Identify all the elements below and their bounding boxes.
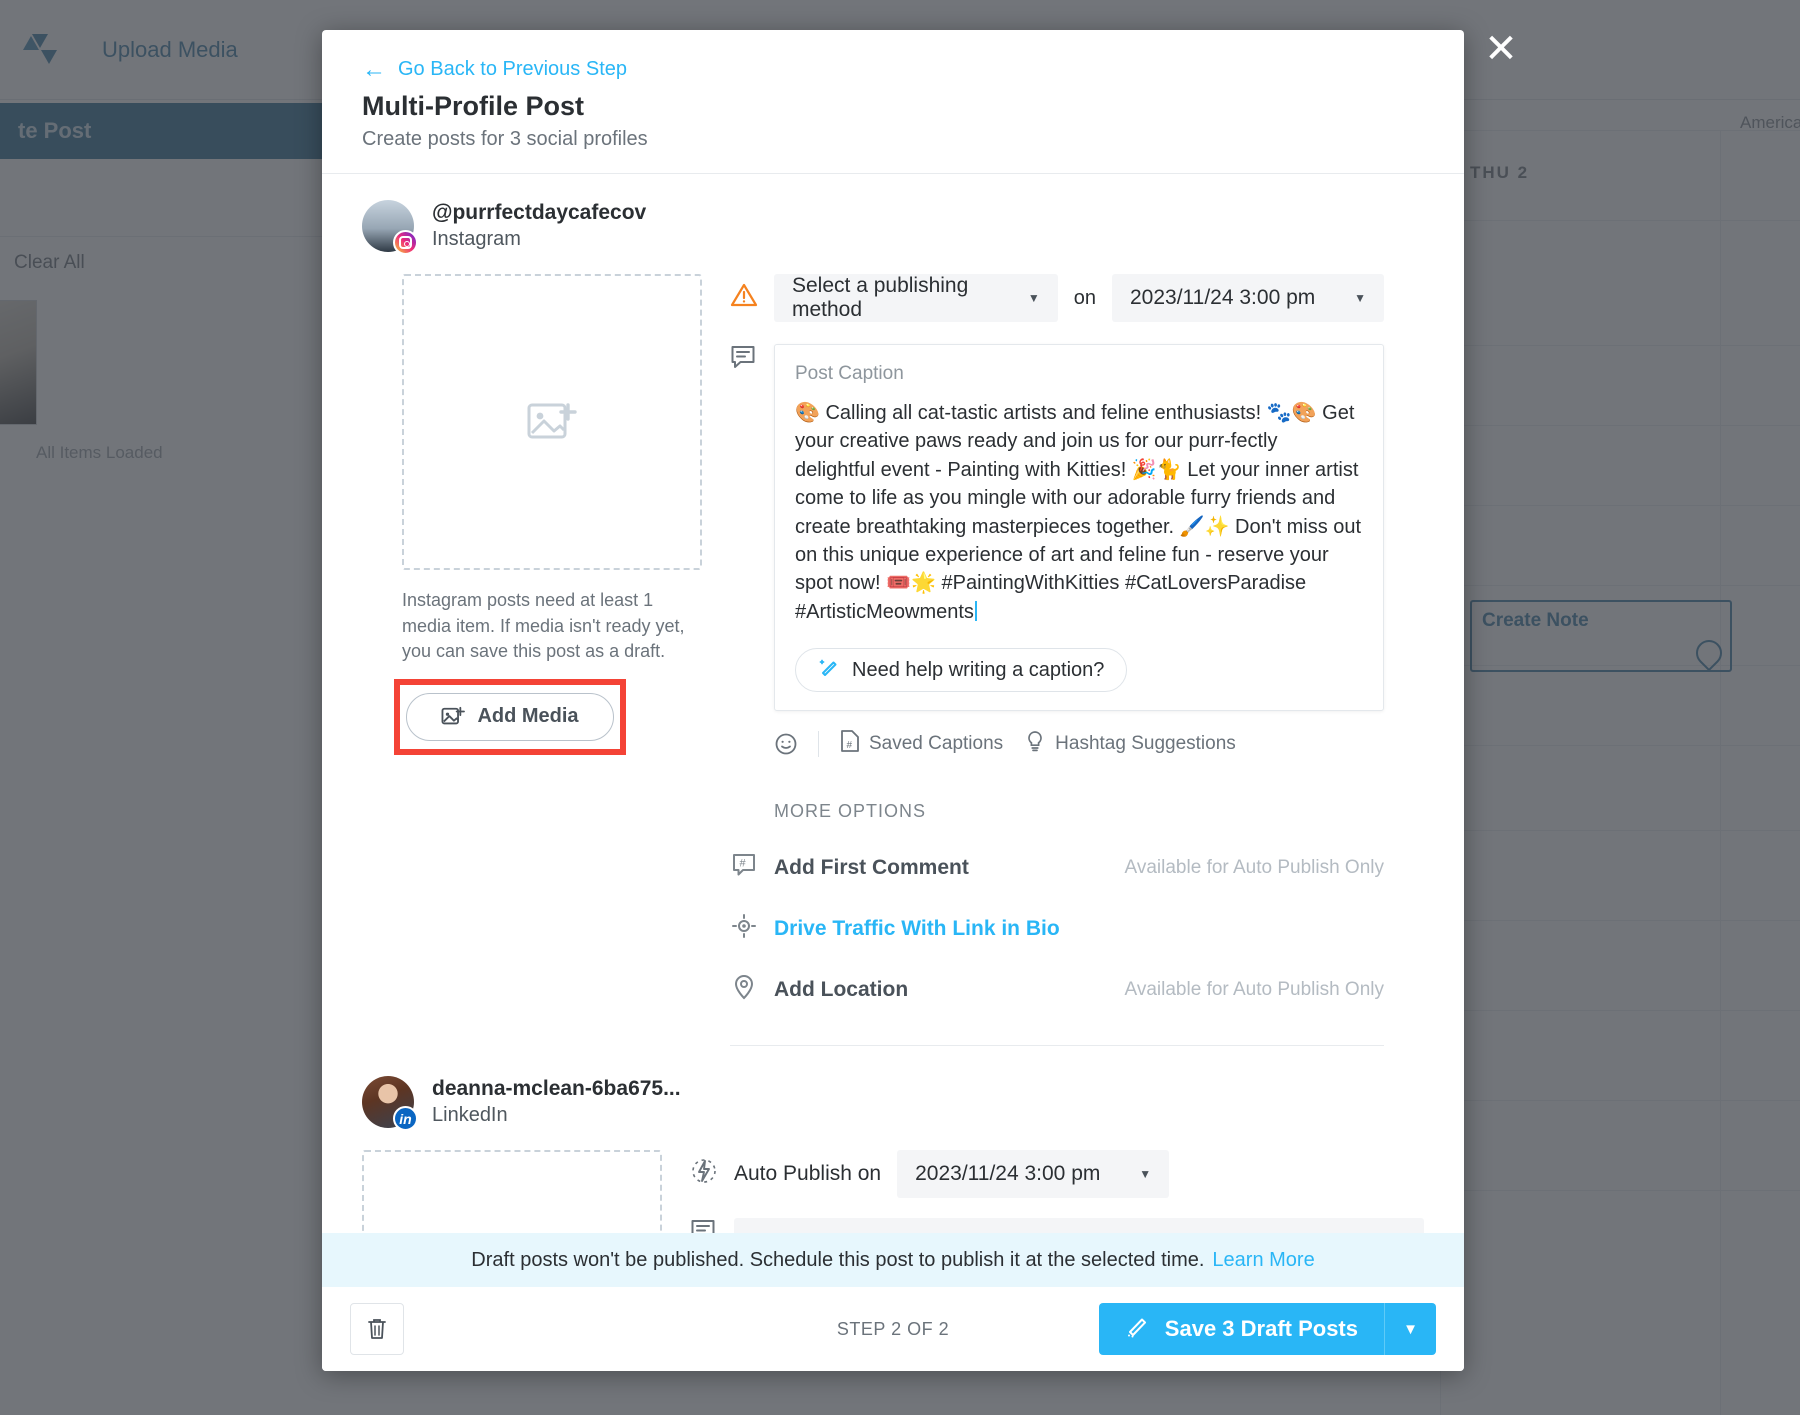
comment-icon (730, 344, 758, 711)
modal-body: @purrfectdaycafecov Instagram Instagram … (322, 174, 1464, 1371)
more-options-heading: MORE OPTIONS (774, 801, 927, 822)
caption-tools: # Saved Captions Hashtag Suggestions (774, 729, 1384, 759)
add-location-label: Add Location (774, 977, 909, 1001)
publishing-method-row: Select a publishing method ▼ on 2023/11/… (730, 274, 1384, 322)
ai-caption-help-button[interactable]: Need help writing a caption? (795, 648, 1128, 693)
image-add-icon (527, 403, 577, 439)
caption-textarea[interactable]: 🎨 Calling all cat-tastic artists and fel… (795, 399, 1363, 626)
option-add-location[interactable]: Add Location Available for Auto Publish … (730, 974, 1384, 1005)
chevron-down-icon: ▼ (1027, 291, 1040, 305)
hashtag-suggestions-button[interactable]: Hashtag Suggestions (1023, 729, 1236, 759)
saved-captions-button[interactable]: # Saved Captions (839, 729, 1003, 759)
saved-captions-label: Saved Captions (869, 733, 1004, 755)
go-back-label: Go Back to Previous Step (398, 58, 628, 80)
go-back-button[interactable]: ← Go Back to Previous Step (362, 55, 628, 83)
arrow-left-icon: ← (362, 55, 386, 83)
on-label: on (1073, 286, 1096, 309)
draft-notice-text: Draft posts won't be published. Schedule… (471, 1248, 1205, 1271)
hashtag-comment-icon: # (730, 852, 758, 883)
instagram-datetime-value: 2023/11/24 3:00 pm (1130, 286, 1316, 309)
instagram-media-column: Instagram posts need at least 1 media it… (394, 274, 702, 1046)
linkedin-handle: deanna-mclean-6ba675... (432, 1077, 681, 1101)
instagram-icon (393, 230, 418, 255)
ai-caption-help-label: Need help writing a caption? (852, 658, 1105, 681)
page-title: Multi-Profile Post (362, 91, 584, 121)
chevron-down-icon: ▼ (1139, 1167, 1152, 1182)
instagram-network-label: Instagram (432, 228, 521, 250)
location-pin-icon (730, 974, 758, 1005)
image-add-icon (441, 706, 466, 724)
save-button-group: Save 3 Draft Posts ▼ (1098, 1303, 1436, 1355)
option-drive-traffic-link-in-bio[interactable]: Drive Traffic With Link in Bio (730, 913, 1384, 944)
instagram-caption-card[interactable]: Post Caption 🎨 Calling all cat-tastic ar… (774, 344, 1384, 712)
save-draft-posts-label: Save 3 Draft Posts (1164, 1316, 1358, 1341)
publishing-method-label: Select a publishing method (792, 274, 969, 321)
media-hint-text: Instagram posts need at least 1 media it… (402, 590, 685, 662)
magic-wand-icon (818, 656, 840, 684)
instagram-caption-row: Post Caption 🎨 Calling all cat-tastic ar… (730, 344, 1384, 712)
multi-profile-post-modal: ← Go Back to Previous Step Multi-Profile… (322, 30, 1464, 1371)
save-options-caret[interactable]: ▼ (1384, 1303, 1436, 1355)
linkedin-icon: in (393, 1106, 418, 1132)
instagram-handle: @purrfectdaycafecov (432, 201, 647, 224)
drive-traffic-label: Drive Traffic With Link in Bio (774, 916, 1060, 940)
add-media-highlight: Add Media (394, 678, 626, 755)
modal-footer: STEP 2 OF 2 Save 3 Draft Posts ▼ (322, 1287, 1464, 1371)
option-add-first-comment[interactable]: # Add First Comment Available for Auto P… (730, 852, 1384, 883)
instagram-datetime-select[interactable]: 2023/11/24 3:00 pm ▼ (1112, 274, 1384, 322)
trash-icon (368, 1319, 386, 1339)
avatar (362, 200, 418, 255)
avatar: in (362, 1076, 418, 1132)
pencil-draft-icon (1125, 1313, 1151, 1345)
linkedin-datetime-select[interactable]: 2023/11/24 3:00 pm ▼ (897, 1150, 1170, 1199)
link-in-bio-icon (730, 913, 758, 944)
tool-divider (818, 731, 819, 758)
linkedin-datetime-value: 2023/11/24 3:00 pm (915, 1162, 1101, 1186)
emoji-smiley-icon[interactable] (774, 732, 798, 756)
linkedin-profile-header: in deanna-mclean-6ba675... LinkedIn (362, 1076, 1424, 1132)
media-dropzone[interactable] (402, 274, 702, 570)
warning-triangle-icon (730, 282, 758, 315)
auto-publish-label: Auto Publish on (734, 1162, 882, 1186)
close-icon[interactable]: ✕ (1478, 28, 1524, 74)
chevron-down-icon: ▼ (1354, 291, 1366, 305)
page-subtitle: Create posts for 3 social profiles (362, 128, 648, 150)
linkedin-publish-row: Auto Publish on 2023/11/24 3:00 pm ▼ (690, 1150, 1424, 1199)
instagram-detail-column: Select a publishing method ▼ on 2023/11/… (730, 274, 1384, 1047)
add-media-label: Add Media (477, 705, 579, 728)
hashtag-suggestions-label: Hashtag Suggestions (1055, 733, 1236, 755)
add-first-comment-note: Available for Auto Publish Only (1124, 856, 1384, 878)
instagram-profile-header: @purrfectdaycafecov Instagram (362, 200, 1424, 255)
linkedin-network-label: LinkedIn (432, 1104, 508, 1127)
modal-header: ← Go Back to Previous Step Multi-Profile… (322, 30, 1464, 174)
add-first-comment-label: Add First Comment (774, 855, 969, 879)
add-media-button[interactable]: Add Media (406, 692, 614, 741)
saved-captions-icon: # (839, 729, 861, 759)
hashtag-bulb-icon (1023, 729, 1047, 759)
caption-label: Post Caption (795, 363, 904, 384)
instagram-post-section: @purrfectdaycafecov Instagram Instagram … (322, 174, 1464, 1047)
publishing-method-select[interactable]: Select a publishing method ▼ (774, 274, 1058, 322)
learn-more-link[interactable]: Learn More (1212, 1249, 1314, 1272)
svg-text:#: # (740, 858, 747, 870)
save-draft-posts-button[interactable]: Save 3 Draft Posts (1098, 1303, 1384, 1355)
section-divider (730, 1045, 1384, 1047)
add-location-note: Available for Auto Publish Only (1124, 978, 1384, 1000)
draft-notice-banner: Draft posts won't be published. Schedule… (322, 1233, 1464, 1287)
svg-text:#: # (847, 740, 853, 751)
delete-button[interactable] (350, 1303, 404, 1355)
auto-publish-icon (690, 1158, 718, 1190)
